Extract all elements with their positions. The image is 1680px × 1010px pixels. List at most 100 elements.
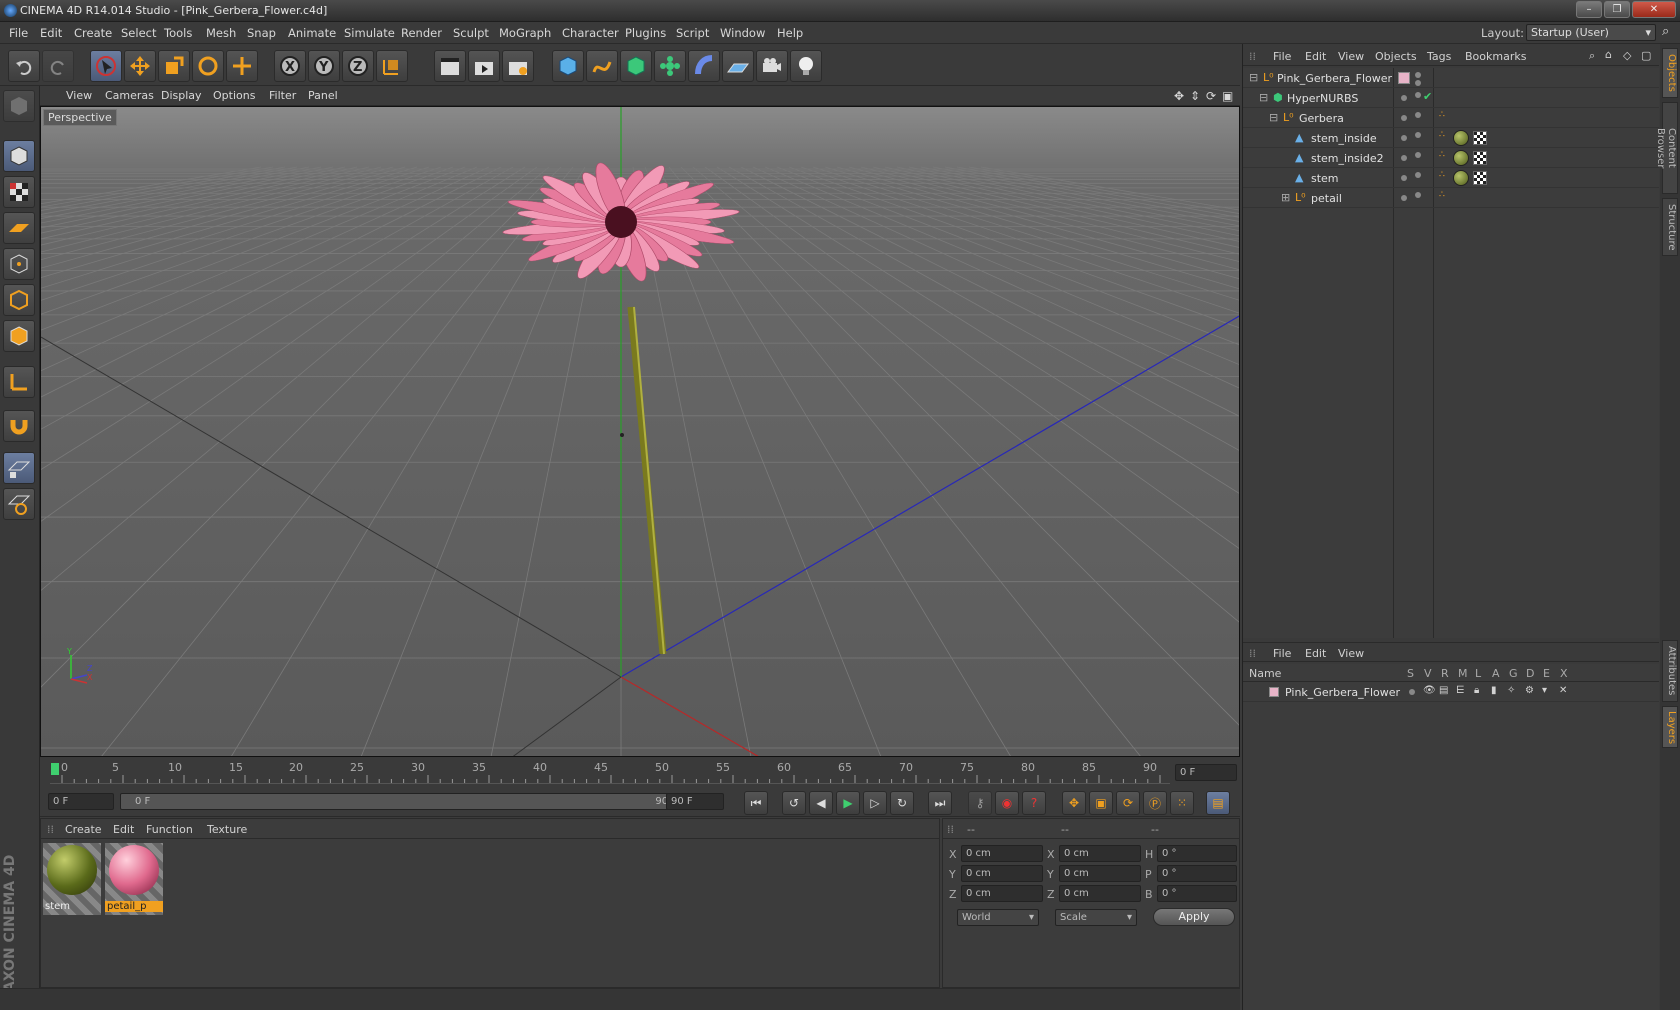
object-menu-file[interactable]: File <box>1273 50 1291 63</box>
material-menu-edit[interactable]: Edit <box>113 823 134 836</box>
manager-toggle-icon[interactable]: ⋿ <box>1456 685 1465 696</box>
rotation-p-field[interactable]: 0 ° <box>1157 865 1237 882</box>
generators-toggle-icon[interactable]: ✧ <box>1507 685 1515 696</box>
next-frame-button[interactable]: ▷ <box>863 791 887 815</box>
viewport-move-icon[interactable]: ✥ <box>1174 89 1184 103</box>
layer-color-swatch[interactable] <box>1269 687 1279 697</box>
perspective-viewport[interactable]: Perspective Y Z X <box>40 106 1240 757</box>
y-axis-lock-button[interactable]: Y <box>308 50 340 82</box>
size-mode-dropdown[interactable]: Scale ▾ <box>1055 909 1137 926</box>
edges-mode-button[interactable] <box>3 284 35 316</box>
key-position-button[interactable]: ✥ <box>1062 791 1086 815</box>
scale-tool-button[interactable] <box>158 50 190 82</box>
render-visibility-dot[interactable] <box>1415 92 1421 98</box>
object-menu-bookmarks[interactable]: Bookmarks <box>1465 50 1526 63</box>
redo-button[interactable] <box>42 50 74 82</box>
start-frame-field[interactable]: 0 F <box>48 793 114 810</box>
object-menu-tags[interactable]: Tags <box>1427 50 1451 63</box>
menu-script[interactable]: Script <box>676 26 709 40</box>
uvw-tag-icon[interactable] <box>1473 151 1487 165</box>
enabled-check-icon[interactable]: ✔ <box>1423 90 1432 103</box>
phong-tag-icon[interactable]: ∴ <box>1439 190 1445 200</box>
menu-window[interactable]: Window <box>720 26 765 40</box>
key-parameter-button[interactable]: Ⓟ <box>1143 791 1167 815</box>
autokeying-button[interactable]: ? <box>1022 791 1046 815</box>
live-selection-button[interactable] <box>90 50 122 82</box>
viewport-menu-options[interactable]: Options <box>213 89 255 102</box>
collapse-icon[interactable]: ⊟ <box>1249 71 1258 84</box>
animation-toggle-icon[interactable]: ▮ <box>1491 685 1497 696</box>
object-row[interactable]: ⊞ L⁰ petail ∴ <box>1243 188 1659 208</box>
material-menu-create[interactable]: Create <box>65 823 102 836</box>
apply-button[interactable]: Apply <box>1153 908 1235 926</box>
collapse-icon[interactable]: ⊟ <box>1259 91 1268 104</box>
snapping-button[interactable] <box>3 410 35 442</box>
motion-recording-button[interactable]: ⚷ <box>968 791 992 815</box>
search-icon[interactable]: ⌕ <box>1662 24 1669 39</box>
minimize-button[interactable]: – <box>1576 1 1602 18</box>
workplane-mode-button[interactable] <box>3 212 35 244</box>
previous-key-button[interactable]: ↺ <box>782 791 806 815</box>
new-view-icon[interactable]: ▢ <box>1641 49 1651 62</box>
expressions-toggle-icon[interactable]: ▾ <box>1542 685 1547 696</box>
menu-create[interactable]: Create <box>74 26 112 40</box>
play-button[interactable]: ▶ <box>836 791 860 815</box>
coordinate-system-button[interactable] <box>376 50 408 82</box>
position-x-field[interactable]: 0 cm <box>961 845 1043 862</box>
material-swatch-petail[interactable]: petail_p <box>105 843 163 915</box>
add-deformer-button[interactable] <box>688 50 720 82</box>
layer-row[interactable]: Pink_Gerbera_Flower 👁 ▤ ⋿ 🔒︎ ▮ ✧ ⚙ ▾ ✕ <box>1243 682 1659 702</box>
texture-mode-button[interactable] <box>3 176 35 208</box>
add-cube-button[interactable] <box>552 50 584 82</box>
editor-visibility-dot[interactable] <box>1401 195 1407 201</box>
x-axis-lock-button[interactable]: X <box>274 50 306 82</box>
render-visibility-dot[interactable] <box>1415 172 1421 178</box>
goto-end-button[interactable]: ⏭ <box>928 791 952 815</box>
editor-visibility-dot[interactable] <box>1401 175 1407 181</box>
layer-color-swatch[interactable] <box>1398 72 1410 84</box>
previous-frame-button[interactable]: ◀ <box>809 791 833 815</box>
viewport-menu-panel[interactable]: Panel <box>308 89 338 102</box>
tab-layers[interactable]: Layers <box>1662 706 1678 748</box>
menu-plugins[interactable]: Plugins <box>625 26 666 40</box>
close-button[interactable]: ✕ <box>1632 1 1676 18</box>
position-y-field[interactable]: 0 cm <box>961 865 1043 882</box>
planar-workplane-button[interactable] <box>3 488 35 520</box>
viewport-menu-filter[interactable]: Filter <box>269 89 296 102</box>
add-light-button[interactable] <box>790 50 822 82</box>
menu-render[interactable]: Render <box>401 26 442 40</box>
maximize-button[interactable]: ❐ <box>1604 1 1630 18</box>
key-pla-button[interactable]: ⁙ <box>1170 791 1194 815</box>
render-visibility-dot[interactable] <box>1415 80 1421 86</box>
z-axis-lock-button[interactable]: Z <box>342 50 374 82</box>
move-tool-button[interactable] <box>124 50 156 82</box>
rotation-h-field[interactable]: 0 ° <box>1157 845 1237 862</box>
layout-dropdown[interactable]: Startup (User) ▾ <box>1526 24 1656 41</box>
object-row[interactable]: ▲ stem ∴ <box>1243 168 1659 188</box>
uvw-tag-icon[interactable] <box>1473 171 1487 185</box>
deformers-toggle-icon[interactable]: ⚙ <box>1525 685 1534 696</box>
home-icon[interactable]: ⌂ <box>1605 48 1612 61</box>
make-editable-button[interactable] <box>3 90 35 122</box>
tab-objects[interactable]: Objects <box>1662 48 1678 98</box>
end-frame-field[interactable]: 90 F <box>666 793 724 810</box>
object-menu-objects[interactable]: Objects <box>1375 50 1417 63</box>
object-menu-view[interactable]: View <box>1338 50 1364 63</box>
menu-select[interactable]: Select <box>121 26 156 40</box>
menu-edit[interactable]: Edit <box>40 26 62 40</box>
position-z-field[interactable]: 0 cm <box>961 885 1043 902</box>
menu-character[interactable]: Character <box>562 26 619 40</box>
add-environment-button[interactable] <box>722 50 754 82</box>
size-z-field[interactable]: 0 cm <box>1059 885 1141 902</box>
add-spline-button[interactable] <box>586 50 618 82</box>
preview-range-slider[interactable]: 0 F 90 F <box>120 793 696 810</box>
coordinate-space-dropdown[interactable]: World ▾ <box>957 909 1039 926</box>
tab-content-browser[interactable]: Content Browser <box>1655 102 1678 194</box>
view-toggle-icon[interactable]: 👁 <box>1423 685 1436 696</box>
tab-structure[interactable]: Structure <box>1662 198 1678 256</box>
rotation-b-field[interactable]: 0 ° <box>1157 885 1237 902</box>
workplane-lock-button[interactable] <box>3 452 35 484</box>
phong-tag-icon[interactable]: ∴ <box>1439 130 1445 140</box>
object-row[interactable]: ▲ stem_inside2 ∴ <box>1243 148 1659 168</box>
rotate-tool-button[interactable] <box>192 50 224 82</box>
